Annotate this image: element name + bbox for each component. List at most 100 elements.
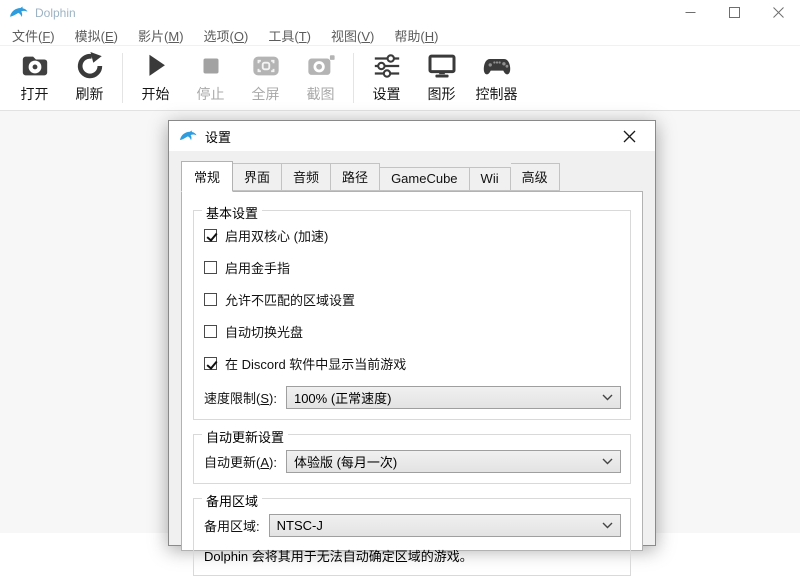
toolbar-graphics-button[interactable]: 图形 [414,50,469,106]
auto-update-label: 自动更新(A): [204,452,277,471]
toolbar-button-label: 全屏 [252,84,280,104]
chevron-down-icon [602,458,613,465]
toolbar-button-label: 刷新 [76,84,104,104]
toolbar-settings-button[interactable]: 设置 [359,50,414,106]
checkbox-label: 自动切换光盘 [225,322,303,341]
tab-general[interactable]: 常规 [181,161,233,192]
menu-label-part: ) [307,29,311,44]
menu-label-part: 模拟( [75,29,105,44]
toolbar-button-label: 开始 [142,84,170,104]
toolbar-separator [353,53,354,103]
chevron-down-icon [602,522,613,529]
checkbox-box[interactable] [204,293,217,306]
label-part: 速度限制( [204,391,260,406]
fallback-region-label: 备用区域: [204,516,260,535]
checkbox-mismatched-region[interactable]: 允许不匹配的区域设置 [204,290,621,309]
dialog-title: 设置 [205,127,613,146]
speed-limit-select[interactable]: 100% (正常速度) [286,386,621,409]
label-mnemonic: A [260,455,269,470]
menu-label-part: 文件( [12,29,42,44]
open-disc-icon [20,51,50,81]
toolbar-fullscreen-button: 全屏 [238,50,293,106]
menu-label-part: 帮助( [394,29,424,44]
toolbar-screenshot-button: 截图 [293,50,348,106]
speed-limit-label: 速度限制(S): [204,388,277,407]
menu-movie[interactable]: 影片(M) [128,24,194,47]
toolbar-controllers-button[interactable]: 控制器 [469,50,524,106]
checkbox-label: 在 Discord 软件中显示当前游戏 [225,354,406,373]
tab-paths[interactable]: 路径 [331,163,380,191]
toolbar-separator [122,53,123,103]
menu-mnemonic: T [299,29,307,44]
maximize-icon [729,7,740,18]
label-mnemonic: S [260,391,269,406]
tab-advanced[interactable]: 高级 [511,163,560,191]
menu-mnemonic: M [168,29,179,44]
toolbar-button-label: 图形 [428,84,456,104]
window-controls [668,0,800,25]
menu-options[interactable]: 选项(O) [194,24,259,47]
toolbar-button-label: 设置 [373,84,401,104]
tab-wii[interactable]: Wii [470,167,511,191]
checkbox-cheats[interactable]: 启用金手指 [204,258,621,277]
toolbar-button-label: 停止 [197,84,225,104]
checkbox-auto-disc-change[interactable]: 自动切换光盘 [204,322,621,341]
menu-label-part: 工具( [268,29,298,44]
screenshot-camera-icon [306,51,336,81]
menu-view[interactable]: 视图(V) [321,24,384,47]
checkbox-label: 允许不匹配的区域设置 [225,290,355,309]
group-title: 备用区域 [202,491,262,510]
toolbar-refresh-button[interactable]: 刷新 [62,50,117,106]
fallback-region-group: 备用区域 备用区域: NTSC-J Dolphin 会将其用于无法自动确定区域的… [193,498,631,576]
menu-help[interactable]: 帮助(H) [384,24,448,47]
checkbox-label: 启用金手指 [225,258,290,277]
checkbox-box[interactable] [204,261,217,274]
checkbox-box[interactable] [204,325,217,338]
chevron-down-icon [602,394,613,401]
tab-interface[interactable]: 界面 [233,163,282,191]
maximize-button[interactable] [712,0,756,25]
menu-tools[interactable]: 工具(T) [258,24,321,47]
toolbar-button-label: 控制器 [476,84,518,104]
checkbox-box[interactable] [204,357,217,370]
window-title: Dolphin [35,6,668,20]
menu-label-part: 视图( [331,29,361,44]
label-part: ): [269,455,277,470]
menu-mnemonic: V [361,29,370,44]
dialog-body: 常规 界面 音频 路径 GameCube Wii 高级 基本设置 启用双核心 (… [169,151,655,551]
stop-icon [196,51,226,81]
checkbox-box[interactable] [204,229,217,242]
play-icon [141,51,171,81]
menu-emulation[interactable]: 模拟(E) [65,24,128,47]
group-title: 基本设置 [202,203,262,222]
refresh-icon [75,51,105,81]
menu-label-part: ) [114,29,118,44]
minimize-button[interactable] [668,0,712,25]
menu-bar: 文件(F) 模拟(E) 影片(M) 选项(O) 工具(T) 视图(V) 帮助(H… [0,26,800,46]
menu-label-part: ) [179,29,183,44]
close-button[interactable] [756,0,800,25]
toolbar-open-button[interactable]: 打开 [7,50,62,106]
menu-file[interactable]: 文件(F) [2,24,65,47]
dialog-close-button[interactable] [613,121,645,151]
checkbox-discord-presence[interactable]: 在 Discord 软件中显示当前游戏 [204,354,621,373]
auto-update-select[interactable]: 体验版 (每月一次) [286,450,621,473]
close-icon [773,7,784,18]
settings-dialog: 设置 常规 界面 音频 路径 GameCube Wii 高级 基本设置 启用双核… [168,120,656,546]
fallback-region-note: Dolphin 会将其用于无法自动确定区域的游戏。 [204,546,621,565]
fallback-region-select[interactable]: NTSC-J [269,514,621,537]
tab-gamecube[interactable]: GameCube [380,167,469,191]
basic-settings-group: 基本设置 启用双核心 (加速) 启用金手指 允许不匹配的区域设置 自动切换光盘 [193,210,631,420]
controller-gamepad-icon [482,51,512,81]
graphics-monitor-icon [427,51,457,81]
tab-audio[interactable]: 音频 [282,163,331,191]
settings-sliders-icon [372,51,402,81]
menu-label-part: 选项( [204,29,234,44]
checkbox-dual-core[interactable]: 启用双核心 (加速) [204,226,621,245]
minimize-icon [685,7,696,18]
dolphin-logo-icon [9,6,28,20]
combo-value: NTSC-J [277,518,602,533]
toolbar-play-button[interactable]: 开始 [128,50,183,106]
menu-label-part: ) [434,29,438,44]
fullscreen-icon [251,51,281,81]
